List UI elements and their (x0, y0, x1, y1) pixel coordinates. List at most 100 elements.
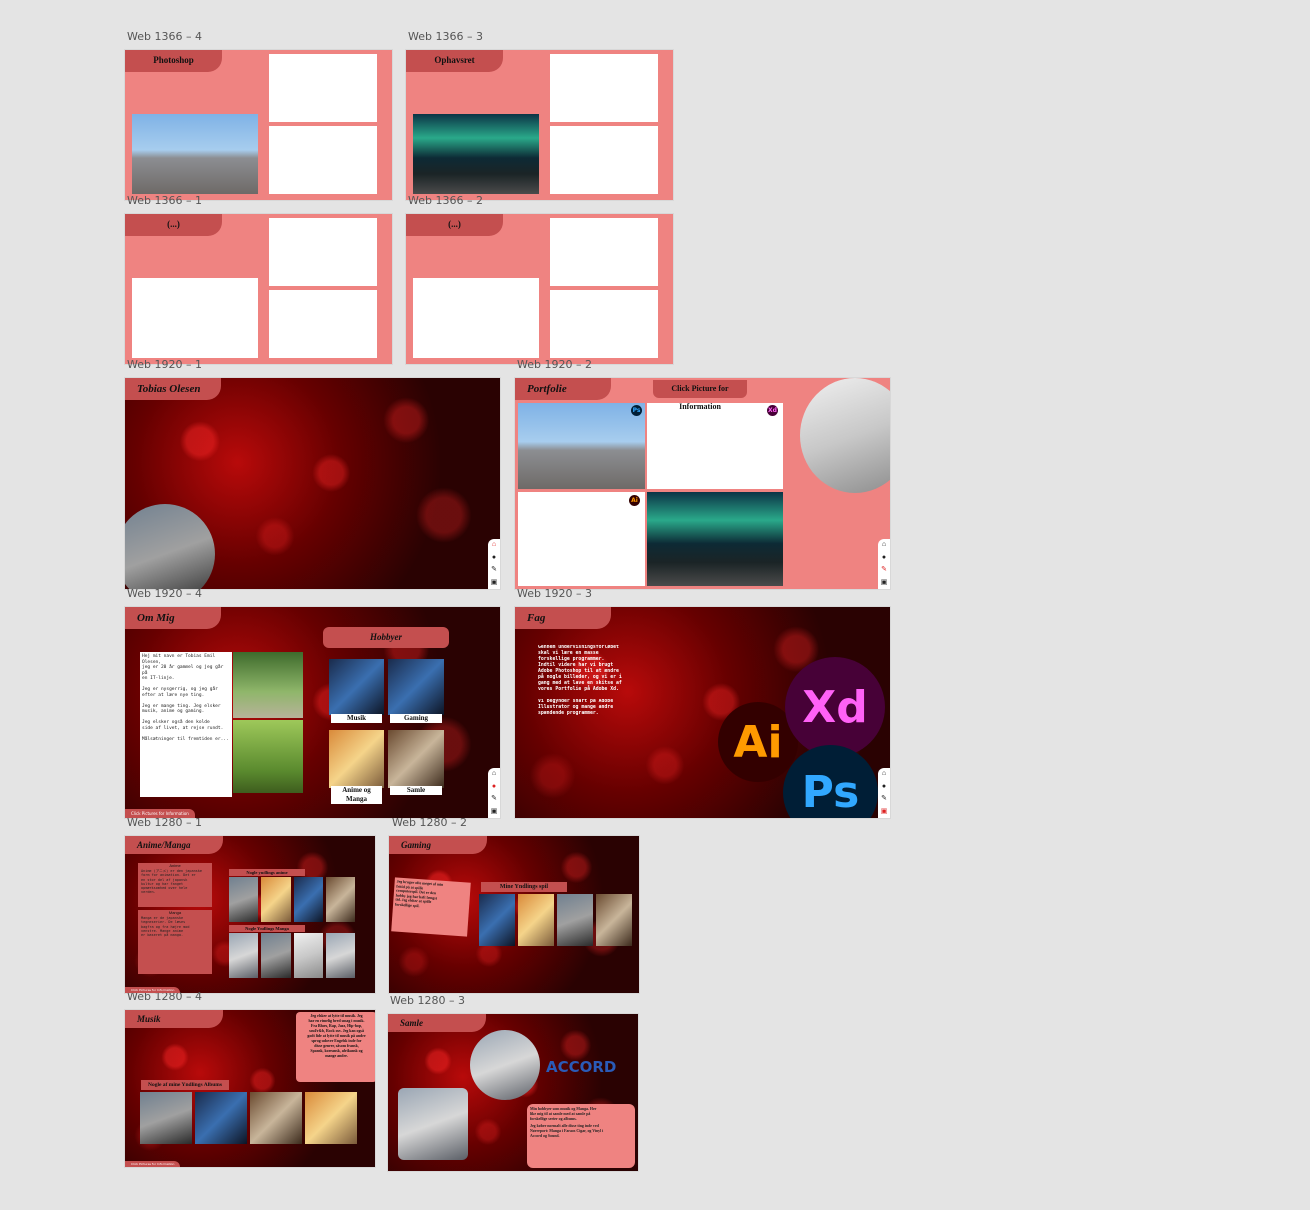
artboard-web-1280-1[interactable]: Anime/Manga Anime Anime (アニメ) er den jap… (125, 836, 375, 993)
anime-cover[interactable] (229, 877, 258, 922)
artboard-web-1920-2[interactable]: Portfolie Click Picture for Information … (515, 378, 890, 589)
page-tab: Musik (125, 1010, 223, 1028)
artboard-web-1280-4[interactable]: Musik Jeg elsker at lytte til musik. Jeg… (125, 1010, 375, 1167)
brush-icon[interactable]: ✎ (491, 795, 497, 803)
placeholder-box (550, 54, 658, 122)
albums-title: Nogle af mine Yndlings Albums (141, 1080, 229, 1090)
artboard-label[interactable]: Web 1920 – 3 (517, 587, 592, 600)
manga-cover[interactable] (261, 933, 291, 978)
xd-badge-icon: Xd (767, 405, 778, 416)
game-cover-skyrim[interactable] (557, 894, 593, 946)
hobby-caption-gaming[interactable]: Gaming (390, 714, 442, 723)
user-icon[interactable]: ● (882, 554, 886, 562)
hobbies-title: Hobbyer (323, 627, 449, 648)
collect-photo[interactable] (388, 730, 444, 788)
placeholder-box (550, 126, 658, 194)
portfolio-icon[interactable]: ▣ (491, 579, 498, 587)
artboard-web-1280-3[interactable]: Samle ACCORD Min hobbyer som musik og Ma… (388, 1014, 638, 1171)
collect-text-1: Min hobbyer som musik og Manga. Her like… (530, 1107, 597, 1121)
home-icon[interactable]: ⌂ (492, 541, 496, 549)
anime-cover[interactable] (326, 877, 355, 922)
photoshop-photo[interactable] (518, 403, 645, 489)
home-icon[interactable]: ⌂ (882, 770, 886, 778)
games-title: Mine Yndlings spil (481, 882, 567, 892)
game-cover-dota[interactable] (596, 894, 632, 946)
gaming-text: Jeg bruger ofte meget af min fritid på a… (391, 877, 471, 937)
placeholder-box (413, 278, 539, 358)
artboard-web-1920-4[interactable]: Om Mig Hej mit navn er Tobias Emil Olese… (125, 607, 500, 818)
artboard-label[interactable]: Web 1366 – 1 (127, 194, 202, 207)
artboard-web-1366-3[interactable]: Ophavsret (406, 50, 673, 200)
city-photo[interactable] (132, 114, 258, 194)
game-covers (479, 894, 632, 946)
manga-covers (229, 933, 355, 978)
brush-icon[interactable]: ✎ (881, 795, 887, 803)
side-nav: ⌂ ● ✎ ▣ (878, 768, 890, 818)
home-icon[interactable]: ⌂ (492, 770, 496, 778)
artboard-label[interactable]: Web 1280 – 3 (390, 994, 465, 1007)
anime-cover[interactable] (261, 877, 291, 922)
collect-text-box: Min hobbyer som musik og Manga. Her like… (527, 1104, 635, 1168)
album-cover[interactable] (305, 1092, 357, 1144)
aurora-photo[interactable] (647, 492, 783, 586)
artboard-web-1366-2[interactable]: (...) (406, 214, 673, 364)
album-cover[interactable] (140, 1092, 192, 1144)
anime-row-title: Nogle yndlings anime (229, 869, 305, 876)
artboard-web-1920-3[interactable]: Fag Gennem undervisningsforløbet skal vi… (515, 607, 890, 818)
artboard-label[interactable]: Web 1366 – 2 (408, 194, 483, 207)
footer-note: Click Pictures for Information (125, 1161, 181, 1167)
user-icon[interactable]: ● (492, 554, 496, 562)
game-cover-rdr[interactable] (518, 894, 554, 946)
anime-cover[interactable] (294, 877, 323, 922)
hobby-caption-anime[interactable]: Anime og Manga (331, 786, 382, 804)
album-cover[interactable] (250, 1092, 302, 1144)
collect-text-2: Jeg køber normalt alle disse ting inde v… (530, 1124, 604, 1138)
desk-photo (800, 378, 890, 493)
home-icon[interactable]: ⌂ (882, 541, 886, 549)
info-pill: Click Picture for Information (653, 380, 747, 411)
forest-photo (233, 652, 303, 718)
artboard-label[interactable]: Web 1366 – 4 (127, 30, 202, 43)
game-cover-wow[interactable] (479, 894, 515, 946)
photoshop-icon: Ps (783, 745, 878, 818)
user-icon[interactable]: ● (492, 783, 496, 791)
hobby-caption-music[interactable]: Musik (331, 714, 382, 723)
artboard-web-1366-4[interactable]: Photoshop (125, 50, 392, 200)
portfolio-icon[interactable]: ▣ (881, 579, 888, 587)
side-nav: ⌂ ● ✎ ▣ (878, 539, 890, 589)
artboard-web-1366-1[interactable]: (...) (125, 214, 392, 364)
artboard-web-1920-1[interactable]: Tobias Olesen ⌂ ● ✎ ▣ (125, 378, 500, 589)
placeholder-box (550, 218, 658, 286)
manga-cover[interactable] (229, 933, 258, 978)
brush-icon[interactable]: ✎ (491, 566, 497, 574)
anime-photo[interactable] (329, 730, 384, 788)
illustrator-placeholder[interactable] (518, 492, 645, 586)
user-icon[interactable]: ● (882, 783, 886, 791)
artboard-label[interactable]: Web 1920 – 1 (127, 358, 202, 371)
manga-cover[interactable] (294, 933, 323, 978)
album-cover[interactable] (195, 1092, 247, 1144)
artboard-label[interactable]: Web 1280 – 2 (392, 816, 467, 829)
fag-text-1: Gennem undervisningsforløbet skal vi lær… (538, 645, 622, 692)
page-tab: Anime/Manga (125, 836, 223, 854)
brush-icon[interactable]: ✎ (881, 566, 887, 574)
aurora-photo[interactable] (413, 114, 539, 194)
anime-info-box: Anime Anime (アニメ) er den japanske form f… (138, 863, 212, 907)
music-photo[interactable] (329, 659, 384, 715)
artboard-label[interactable]: Web 1366 – 3 (408, 30, 483, 43)
store-front-photo (398, 1088, 468, 1160)
page-tab: (...) (125, 214, 222, 236)
portfolio-icon[interactable]: ▣ (881, 808, 888, 816)
album-covers (140, 1092, 357, 1144)
hobby-caption-collect[interactable]: Samle (390, 786, 442, 795)
artboard-label[interactable]: Web 1920 – 2 (517, 358, 592, 371)
gaming-photo[interactable] (388, 659, 444, 715)
footer-note: Click Pictures for Information (125, 809, 195, 818)
placeholder-box (269, 126, 377, 194)
page-tab: Fag (515, 607, 611, 629)
manga-cover[interactable] (326, 933, 355, 978)
placeholder-box (269, 54, 377, 122)
manga-info-box: Manga Manga er de japanske tegneserier. … (138, 910, 212, 974)
portfolio-icon[interactable]: ▣ (491, 808, 498, 816)
artboard-web-1280-2[interactable]: Gaming Jeg bruger ofte meget af min frit… (389, 836, 639, 993)
